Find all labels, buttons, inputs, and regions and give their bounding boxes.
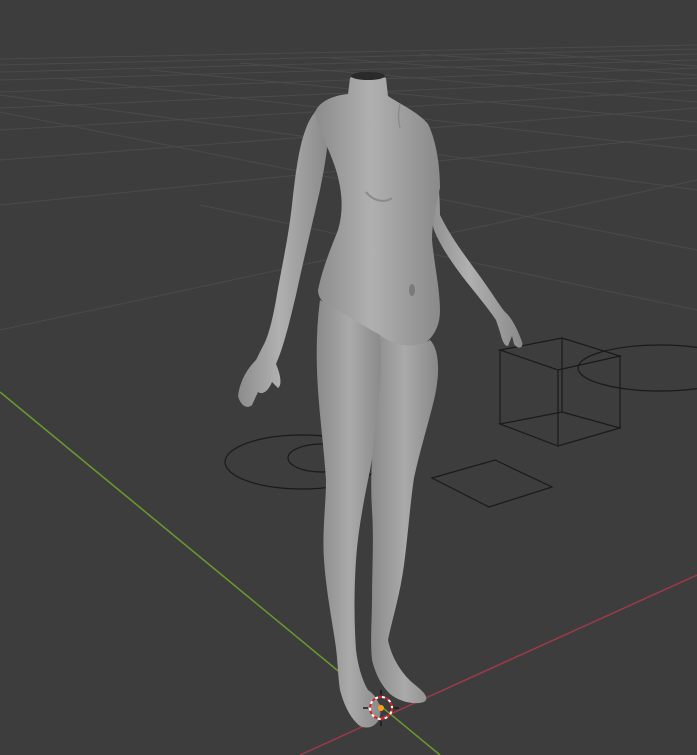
left-arm (238, 112, 329, 407)
right-leg (371, 335, 439, 704)
viewport-canvas[interactable] (0, 0, 697, 755)
camera[interactable] (430, 459, 554, 508)
3d-viewport[interactable] (0, 0, 697, 755)
light-cube[interactable] (497, 337, 623, 447)
x-axis-line (299, 574, 697, 755)
light-circle-right[interactable] (577, 344, 697, 392)
body-mesh[interactable] (238, 72, 523, 728)
navel (409, 284, 415, 296)
